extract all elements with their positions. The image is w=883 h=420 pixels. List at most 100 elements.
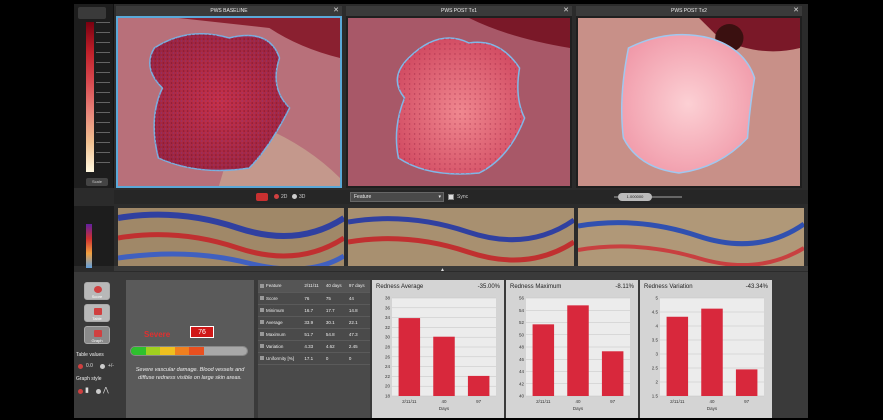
- table-cell: 22.1: [346, 316, 370, 329]
- y-tick-label: 1.5: [652, 394, 659, 399]
- three-d-thumb-baseline[interactable]: [118, 208, 344, 266]
- score-icon: [94, 286, 102, 293]
- row-checkbox[interactable]: [260, 332, 264, 337]
- table-row[interactable]: Minimum 16.7 17.7 14.8: [258, 304, 370, 317]
- row-checkbox[interactable]: [260, 308, 264, 313]
- skin-image[interactable]: [116, 16, 342, 188]
- severity-description: Severe vascular damage. Blood vessels an…: [135, 367, 245, 381]
- horizontal-scrollbar[interactable]: [114, 266, 808, 271]
- header-checkbox[interactable]: [260, 284, 264, 289]
- feature-view-icon[interactable]: [256, 193, 268, 201]
- y-tick-label: 3.5: [652, 338, 659, 343]
- y-tick-label: 20: [385, 384, 391, 389]
- severity-segment: [189, 347, 204, 355]
- severity-segment: [131, 347, 146, 355]
- table-header-cell: 40 days: [323, 280, 347, 293]
- table-cell: 33.9: [302, 316, 324, 329]
- image-panel-post-tx2[interactable]: PWS POST Tx2 ✕: [576, 6, 802, 188]
- x-axis-label: Days: [707, 406, 718, 411]
- row-checkbox[interactable]: [260, 320, 264, 325]
- y-tick-label: 54: [519, 308, 525, 313]
- table-cell: 14.8: [346, 304, 370, 317]
- table-row[interactable]: Variation 4.33 4.62 2.45: [258, 340, 370, 353]
- scale-tools-icon[interactable]: [78, 7, 106, 19]
- row-checkbox[interactable]: [260, 296, 264, 301]
- color-scale-bar: [86, 22, 94, 172]
- plusminus-radio[interactable]: [100, 364, 105, 369]
- label-2d: 2D: [281, 194, 288, 200]
- decimals-label: 0.0: [86, 363, 93, 369]
- x-tick-label: 2/11/11: [536, 399, 551, 404]
- feature-select[interactable]: Feature ▾: [350, 192, 444, 202]
- table-row[interactable]: Maximum 51.7 54.8 47.3: [258, 328, 370, 341]
- table-row[interactable]: Uniformity [%] 17.1 0 0: [258, 352, 370, 365]
- severity-panel: Severe 76 Severe vascular damage. Blood …: [126, 280, 254, 418]
- graph-view-button[interactable]: Graph: [84, 326, 110, 344]
- x-tick-label: 97: [476, 399, 482, 404]
- y-tick-label: 44: [519, 369, 525, 374]
- y-tick-label: 28: [385, 345, 391, 350]
- y-tick-label: 2.5: [652, 366, 659, 371]
- sync-checkbox[interactable]: [448, 194, 454, 200]
- chart-plot: 40 42 44 46 48 50 52 54 56 2/11/11 40 97 Days: [519, 296, 630, 411]
- table-cell: Uniformity [%]: [258, 352, 303, 365]
- close-icon[interactable]: ✕: [333, 6, 339, 16]
- y-tick-label: 52: [519, 320, 525, 325]
- color-scale-ticks: [96, 22, 110, 172]
- row-checkbox[interactable]: [260, 344, 264, 349]
- decimals-radio[interactable]: [78, 364, 83, 369]
- three-d-thumb-post-tx1[interactable]: [348, 208, 574, 266]
- y-tick-label: 40: [519, 394, 525, 399]
- table-view-button[interactable]: Table: [84, 304, 110, 322]
- table-row[interactable]: Average 33.9 30.1 22.1: [258, 316, 370, 329]
- x-tick-label: 97: [610, 399, 616, 404]
- bar: [433, 336, 455, 396]
- radio-2d[interactable]: [274, 194, 279, 199]
- analysis-panel: Score Table Graph Table values 0.0 +/- G…: [74, 272, 808, 418]
- chart-redness-variation: Redness Variation -43.34% 1.5 2 2.5 3 3.5 4 4.…: [640, 280, 772, 418]
- close-icon[interactable]: ✕: [793, 6, 799, 16]
- scale-button[interactable]: Scale: [86, 178, 108, 186]
- chart-title: Redness Maximum: [510, 284, 562, 290]
- severity-gauge: [130, 346, 248, 356]
- skin-image[interactable]: [348, 18, 570, 186]
- table-cell: Score: [258, 292, 303, 305]
- table-cell: 4.62: [323, 340, 347, 353]
- values-table-panel: Feature 2/11/11 40 days 97 days Score 76 75 44…: [258, 280, 370, 418]
- line-style-radio[interactable]: [96, 389, 101, 394]
- y-tick-label: 32: [385, 325, 391, 330]
- three-d-thumb-post-tx2[interactable]: [578, 208, 804, 266]
- score-view-button[interactable]: Score: [84, 282, 110, 300]
- table-icon: [94, 308, 102, 315]
- bar-style-radio[interactable]: [78, 389, 83, 394]
- severity-segment: [160, 347, 175, 355]
- radio-3d[interactable]: [292, 194, 297, 199]
- chart-title: Redness Variation: [644, 284, 693, 290]
- table-cell: 54.8: [323, 328, 347, 341]
- bar: [398, 318, 421, 396]
- table-cell: 75: [323, 292, 347, 305]
- chart-title: Redness Average: [376, 284, 424, 290]
- image-panel-baseline[interactable]: PWS BASELINE ✕: [116, 6, 342, 188]
- y-tick-label: 3: [655, 352, 658, 357]
- table-row[interactable]: Score 76 75 44: [258, 292, 370, 305]
- table-cell: Average: [258, 316, 303, 329]
- x-tick-label: 97: [744, 399, 750, 404]
- y-tick-label: 56: [519, 296, 525, 301]
- table-cell: Variation: [258, 340, 303, 353]
- table-header-cell: 97 days: [346, 280, 370, 293]
- y-tick-label: 24: [385, 364, 391, 369]
- graph-icon: [94, 330, 102, 337]
- image-panel-post-tx1[interactable]: PWS POST Tx1 ✕: [346, 6, 572, 188]
- severity-segment: [145, 347, 160, 355]
- zoom-value[interactable]: 1.000000: [618, 193, 652, 201]
- chart-change: -43.34%: [745, 284, 768, 290]
- severity-score-badge: 76: [190, 326, 214, 338]
- skin-image[interactable]: [578, 18, 800, 186]
- bar: [532, 324, 555, 396]
- severity-label: Severe: [144, 330, 171, 339]
- row-checkbox[interactable]: [260, 356, 264, 361]
- close-icon[interactable]: ✕: [563, 6, 569, 16]
- chart-redness-maximum: Redness Maximum -8.11% 40 42 44 46 48 50 52 54 5…: [506, 280, 638, 418]
- app-window: Scale PWS BASELINE ✕ PWS POST Tx1 ✕ PWS …: [74, 4, 808, 418]
